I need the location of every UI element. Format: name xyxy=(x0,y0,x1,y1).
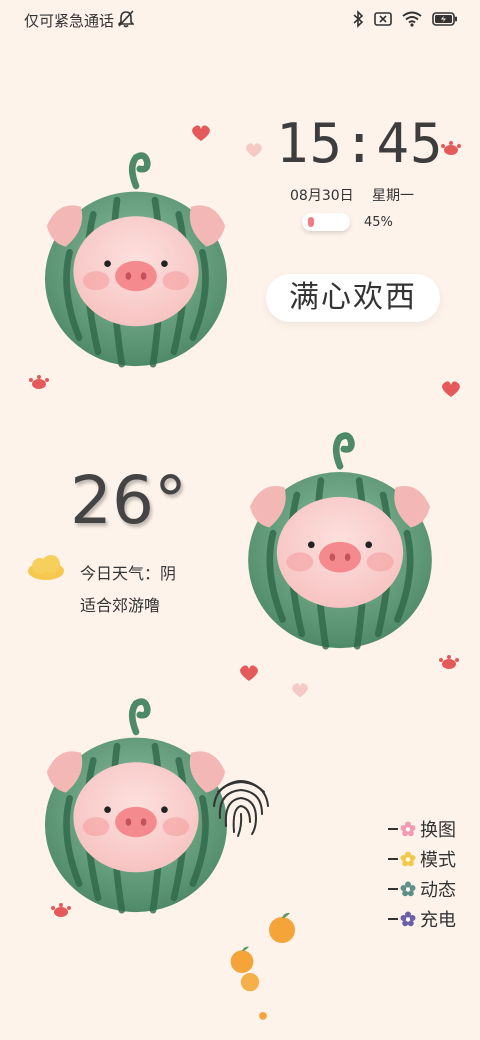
heart-decoration xyxy=(246,143,262,158)
menu-item-label: 模式 xyxy=(420,850,456,871)
bell-off-icon xyxy=(118,10,134,28)
pig-sticker-top xyxy=(38,148,234,368)
heart-decoration xyxy=(240,665,258,681)
paw-decoration xyxy=(441,141,461,155)
pig-sticker-middle xyxy=(240,428,440,650)
battery-percent: 45% xyxy=(364,215,393,230)
heart-decoration xyxy=(292,683,308,698)
carrier-text: 仅可紧急通话 xyxy=(24,12,115,30)
menu-item-change-wallpaper[interactable]: 换图 xyxy=(388,814,456,844)
weather-today: 今日天气：阴 xyxy=(80,564,177,583)
heart-decoration xyxy=(442,381,460,397)
heart-decoration xyxy=(192,125,210,141)
menu-item-dynamic[interactable]: 动态 xyxy=(388,874,456,904)
battery-charging-icon xyxy=(432,12,457,26)
wifi-icon xyxy=(402,11,422,27)
orange-decoration xyxy=(259,1012,267,1020)
paw-decoration xyxy=(439,655,459,669)
orange-decoration xyxy=(269,912,295,943)
dash-icon xyxy=(388,888,398,890)
bluetooth-icon xyxy=(353,10,364,28)
shortcut-menu: 换图 模式 动态 充电 xyxy=(388,814,456,934)
dash-icon xyxy=(388,918,398,920)
battery-level-bar xyxy=(308,217,314,227)
menu-item-label: 动态 xyxy=(420,880,456,901)
pig-sticker-bottom xyxy=(38,694,234,914)
fingerprint-icon[interactable] xyxy=(206,770,276,840)
weather-tip: 适合郊游噜 xyxy=(80,596,161,615)
flower-icon xyxy=(400,851,416,867)
paw-decoration xyxy=(51,903,71,917)
menu-item-label: 充电 xyxy=(420,910,456,931)
clock-date: 08月30日 xyxy=(290,188,354,204)
temperature[interactable]: 26° xyxy=(70,462,187,539)
clock-time[interactable]: 15:45 xyxy=(276,112,444,175)
dash-icon xyxy=(388,828,398,830)
status-bar: 仅可紧急通话 xyxy=(0,0,480,40)
flower-icon xyxy=(400,881,416,897)
clock-weekday: 星期一 xyxy=(372,188,414,204)
orange-decoration xyxy=(240,972,260,992)
dash-icon xyxy=(388,858,398,860)
cloud-icon xyxy=(28,555,64,580)
flower-icon xyxy=(400,821,416,837)
flower-icon xyxy=(400,911,416,927)
menu-item-mode[interactable]: 模式 xyxy=(388,844,456,874)
paw-decoration xyxy=(29,375,49,389)
menu-item-charging[interactable]: 充电 xyxy=(388,904,456,934)
battery-widget xyxy=(302,213,350,231)
menu-item-label: 换图 xyxy=(420,820,456,841)
slogan-badge: 满心欢西 xyxy=(266,274,440,322)
no-sim-icon xyxy=(374,12,392,26)
